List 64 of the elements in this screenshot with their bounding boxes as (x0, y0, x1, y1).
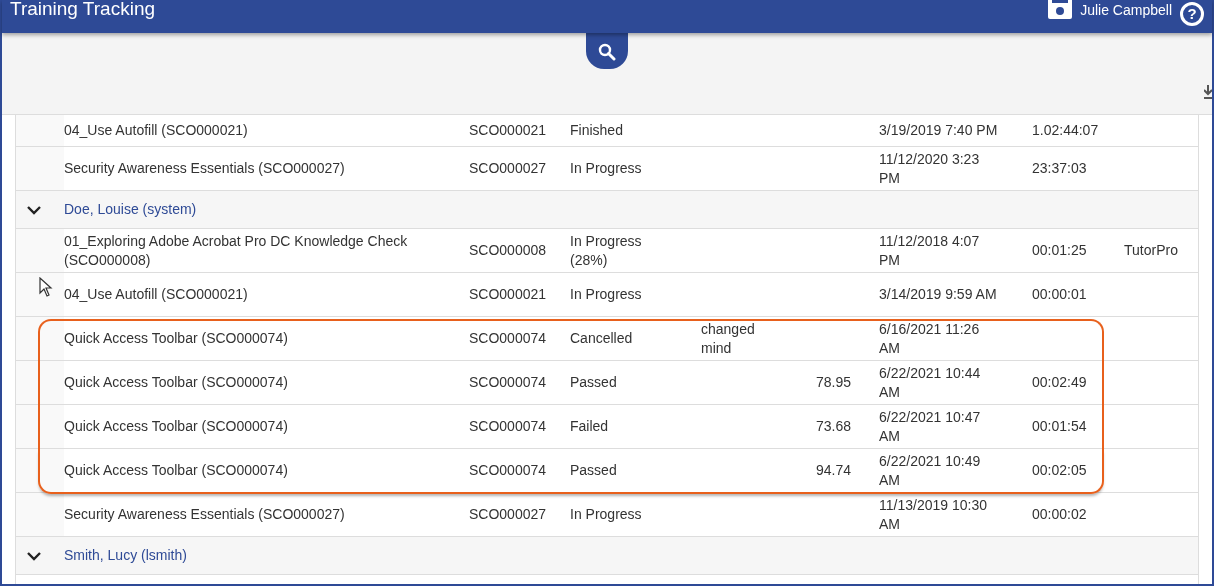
status-text: In Progress (570, 285, 643, 304)
date-text: 6/22/2021 10:47 AM (879, 407, 982, 446)
course-name: Quick Access Toolbar (SCO000074) (64, 373, 289, 392)
course-code: SCO000074 (469, 373, 548, 392)
duration-text: 00:01:25 (1032, 241, 1088, 260)
score-value: 94.74 (815, 461, 851, 480)
row-gutter (16, 273, 64, 316)
mouse-cursor-icon (39, 277, 53, 297)
course-code: SCO000008 (469, 241, 548, 260)
duration-text: 00:02:05 (1032, 461, 1088, 480)
date-text: 3/14/2019 9:59 AM (879, 285, 998, 304)
course-code: SCO000074 (469, 461, 548, 480)
status-text: Failed (570, 417, 610, 436)
duration-text: 00:02:49 (1032, 373, 1088, 392)
status-text: In Progress (28%) (570, 231, 643, 270)
course-code: SCO000027 (469, 505, 548, 524)
score-value: 78.95 (815, 373, 851, 392)
search-icon (598, 42, 616, 61)
duration-text: 1.02:44:07 (1032, 121, 1100, 140)
search-button[interactable] (586, 33, 628, 69)
course-code: SCO000027 (469, 159, 548, 178)
course-name: Security Awareness Essentials (SCO000027) (64, 505, 346, 524)
course-code: SCO000021 (469, 121, 548, 140)
app-title: Training Tracking (10, 0, 156, 21)
course-name: 04_Use Autofill (SCO000021) (64, 285, 249, 304)
status-text: Passed (570, 373, 618, 392)
badge-icon[interactable] (1048, 0, 1073, 19)
course-name: Quick Access Toolbar (SCO000074) (64, 417, 289, 436)
row-gutter (16, 449, 64, 492)
course-code: SCO000074 (469, 329, 548, 348)
course-code: SCO000074 (469, 417, 548, 436)
course-code: SCO000021 (469, 285, 548, 304)
course-name: Security Awareness Essentials (SCO000027) (64, 159, 346, 178)
status-text: In Progress (570, 159, 643, 178)
date-text: 3/19/2019 7:40 PM (879, 121, 999, 140)
row-gutter (16, 405, 64, 448)
date-text: 6/16/2021 11:26 AM (879, 319, 981, 358)
status-text: Passed (570, 461, 618, 480)
comment-text: changed mind (701, 319, 756, 358)
date-text: 6/22/2021 10:44 AM (879, 363, 982, 402)
tool-name: TutorPro (1124, 241, 1179, 260)
download-icon[interactable] (1204, 85, 1212, 99)
duration-text: 00:01:54 (1032, 417, 1088, 436)
date-text: 6/22/2021 10:49 AM (879, 451, 982, 490)
row-gutter (16, 317, 64, 360)
course-name: 04_Use Autofill (SCO000021) (64, 121, 249, 140)
user-name[interactable]: Julie Campbell (1080, 0, 1172, 21)
course-name: Quick Access Toolbar (SCO000074) (64, 329, 289, 348)
duration-text: 23:37:03 (1032, 159, 1088, 178)
help-button[interactable]: ? (1180, 2, 1204, 26)
course-name: Quick Access Toolbar (SCO000074) (64, 461, 289, 480)
chevron-down-icon[interactable] (26, 203, 42, 216)
date-text: 11/12/2018 4:07 PM (879, 231, 981, 270)
date-text: 11/13/2019 10:30 AM (879, 495, 988, 534)
score-value: 73.68 (815, 417, 851, 436)
date-text: 11/12/2020 3:23 PM (879, 149, 981, 188)
chevron-down-icon[interactable] (26, 549, 42, 562)
duration-text: 00:00:01 (1032, 285, 1088, 304)
status-text: In Progress (570, 505, 643, 524)
course-name: 01_Exploring Adobe Acrobat Pro DC Knowledge Check (SCO000008) (64, 231, 409, 270)
row-gutter (16, 361, 64, 404)
duration-text: 00:00:02 (1032, 505, 1088, 524)
status-text: Cancelled (570, 329, 634, 348)
status-text: Finished (570, 121, 624, 140)
